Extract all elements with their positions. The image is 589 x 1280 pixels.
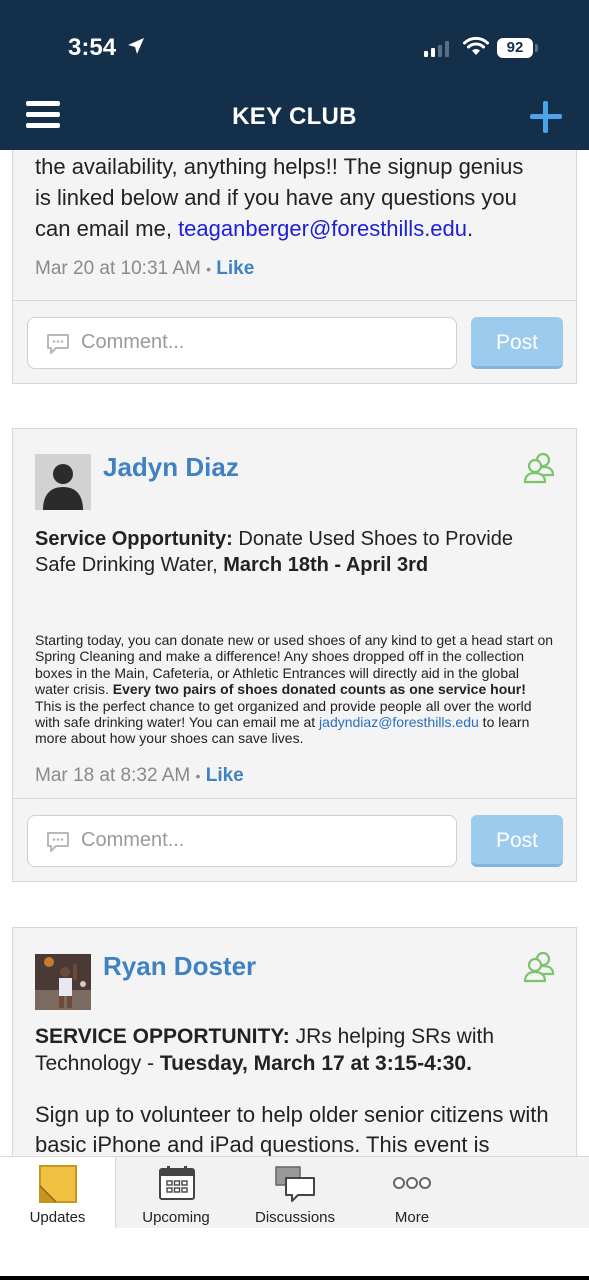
comment-placeholder: Comment... — [81, 829, 185, 851]
bottom-safe-area — [0, 1228, 589, 1280]
wifi-icon — [463, 36, 489, 55]
post-comment-button[interactable]: Post — [471, 815, 563, 867]
comment-icon — [47, 334, 69, 354]
post-body: Starting today, you can donate new or us… — [35, 632, 554, 747]
nav-bar: KEY CLUB — [0, 95, 589, 150]
battery-tip — [535, 44, 538, 52]
location-arrow-icon — [128, 38, 144, 54]
sticky-note-icon — [39, 1165, 77, 1203]
add-post-button[interactable] — [528, 99, 564, 135]
tab-upcoming[interactable]: Upcoming — [116, 1157, 236, 1229]
post-date: Mar 20 at 10:31 AM — [35, 258, 201, 279]
post-title: SERVICE OPPORTUNITY: JRs helping SRs wit… — [35, 1025, 495, 1075]
post-card: the availability, anything helps!! The s… — [12, 150, 577, 384]
status-time: 3:54 — [68, 34, 117, 61]
group-icon[interactable] — [523, 451, 557, 485]
post-meta: Mar 20 at 10:31 AM • Like — [35, 258, 255, 279]
avatar — [35, 454, 91, 510]
group-icon[interactable] — [523, 950, 557, 984]
post-body: Sign up to volunteer to help older senio… — [35, 1102, 549, 1156]
comment-input[interactable]: Comment... — [27, 317, 457, 369]
avatar — [35, 954, 91, 1010]
page-title: KEY CLUB — [232, 103, 357, 130]
tab-more[interactable]: More — [354, 1157, 470, 1229]
like-button[interactable]: Like — [216, 258, 254, 279]
updates-feed[interactable]: the availability, anything helps!! The s… — [0, 150, 589, 1156]
comment-placeholder: Comment... — [81, 331, 185, 353]
comment-row: Comment... Post — [13, 300, 576, 383]
like-button[interactable]: Like — [206, 765, 244, 786]
tab-discussions[interactable]: Discussions — [236, 1157, 354, 1229]
tab-bar: Updates Upcoming Discussions More — [0, 1156, 589, 1229]
screen-edge — [0, 1276, 589, 1280]
comment-input[interactable]: Comment... — [27, 815, 457, 867]
author-name[interactable]: Ryan Doster — [103, 951, 256, 982]
tab-updates[interactable]: Updates — [0, 1157, 116, 1229]
chat-bubbles-icon — [275, 1166, 315, 1202]
more-dots-icon — [393, 1177, 431, 1189]
comment-row: Comment... Post — [13, 798, 576, 881]
author-name[interactable]: Jadyn Diaz — [103, 452, 239, 483]
post-card: Jadyn Diaz Service Opportunity: Donate U… — [12, 428, 577, 882]
status-bar: 3:54 92 — [0, 0, 589, 95]
post-comment-button[interactable]: Post — [471, 317, 563, 369]
post-title: Service Opportunity: Donate Used Shoes t… — [35, 528, 513, 576]
email-link[interactable]: teaganberger@foresthills.edu — [178, 216, 467, 241]
email-link[interactable]: jadyndiaz@foresthills.edu — [319, 714, 479, 730]
battery-indicator: 92 — [497, 38, 533, 58]
comment-icon — [47, 832, 69, 852]
post-card: Ryan Doster SERVICE OPPORTUNITY: JRs hel… — [12, 927, 577, 1156]
cellular-signal-icon — [424, 41, 449, 57]
post-meta: Mar 18 at 8:32 AM • Like — [35, 764, 244, 786]
post-date: Mar 18 at 8:32 AM — [35, 764, 191, 786]
post-body: the availability, anything helps!! The s… — [35, 154, 524, 241]
calendar-icon — [159, 1166, 195, 1200]
